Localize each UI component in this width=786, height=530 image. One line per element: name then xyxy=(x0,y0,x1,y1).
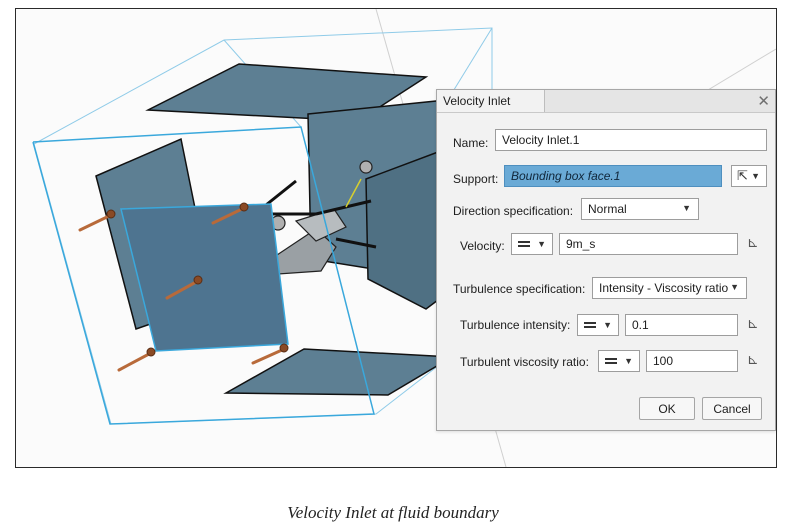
velocity-inlet-dialog: Velocity Inlet ✕ Name: Velocity Inlet.1 … xyxy=(436,89,776,431)
equals-icon xyxy=(518,241,530,243)
inlet-face xyxy=(120,203,289,352)
chevron-down-icon: ▼ xyxy=(751,171,760,181)
unit-axis-icon[interactable]: ⊾ xyxy=(747,234,759,251)
direction-value: Normal xyxy=(588,202,627,216)
support-label: Support: xyxy=(453,172,499,186)
chevron-down-icon: ▼ xyxy=(730,282,739,292)
turbulence-intensity-field[interactable]: 0.1 xyxy=(625,314,738,336)
chevron-down-icon: ▼ xyxy=(603,320,612,330)
velocity-label: Velocity: xyxy=(460,239,505,253)
chevron-down-icon: ▼ xyxy=(624,356,633,366)
turbulent-viscosity-label: Turbulent viscosity ratio: xyxy=(460,355,589,369)
chevron-down-icon: ▼ xyxy=(682,203,691,213)
cancel-button[interactable]: Cancel xyxy=(702,397,762,420)
turbulence-spec-select[interactable]: Intensity - Viscosity ratio ▼ xyxy=(592,277,747,299)
direction-select[interactable]: Normal ▼ xyxy=(581,198,699,220)
dialog-title: Velocity Inlet xyxy=(437,90,545,112)
chevron-down-icon: ▼ xyxy=(537,239,546,249)
support-field[interactable]: Bounding box face.1 xyxy=(504,165,722,187)
close-icon[interactable]: ✕ xyxy=(757,92,770,110)
unit-axis-icon[interactable]: ⊾ xyxy=(747,351,759,368)
ok-button[interactable]: OK xyxy=(639,397,695,420)
turbulence-spec-label: Turbulence specification: xyxy=(453,282,586,296)
turbulent-viscosity-mode-button[interactable]: ▼ xyxy=(598,350,640,372)
velocity-field[interactable]: 9m_s xyxy=(559,233,738,255)
dialog-titlebar: Velocity Inlet ✕ xyxy=(437,90,775,113)
equals-icon xyxy=(584,322,596,324)
turbulent-viscosity-field[interactable]: 100 xyxy=(646,350,738,372)
cursor-arrow-icon: ⇱ xyxy=(737,168,748,183)
turbulence-spec-value: Intensity - Viscosity ratio xyxy=(599,281,729,295)
velocity-mode-button[interactable]: ▼ xyxy=(511,233,553,255)
unit-axis-icon[interactable]: ⊾ xyxy=(747,315,759,332)
figure-caption: Velocity Inlet at fluid boundary xyxy=(287,503,499,522)
bottom-panel xyxy=(223,348,455,396)
equals-icon xyxy=(605,358,617,360)
name-field[interactable]: Velocity Inlet.1 xyxy=(495,129,767,151)
turbulence-intensity-mode-button[interactable]: ▼ xyxy=(577,314,619,336)
name-label: Name: xyxy=(453,136,489,150)
support-select-button[interactable]: ⇱ ▼ xyxy=(731,165,767,187)
turbulence-intensity-label: Turbulence intensity: xyxy=(460,318,571,332)
direction-label: Direction specification: xyxy=(453,204,574,218)
